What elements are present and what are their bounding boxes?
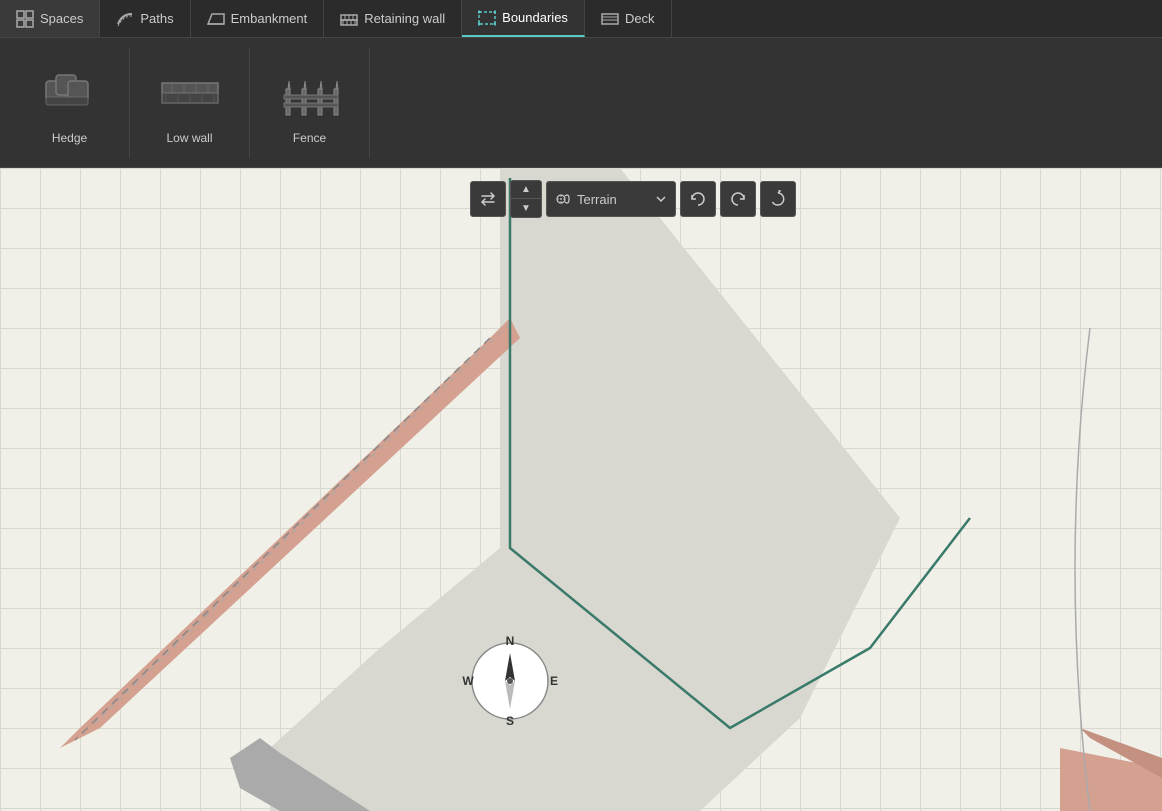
compass-n: N [506,634,515,648]
low-wall-icon [158,61,222,125]
top-nav: Spaces Paths Embankment [0,0,1162,38]
hedge-icon [38,61,102,125]
redo-button[interactable] [720,181,756,217]
map-area[interactable]: ▲ ▼ Terrain [0,168,1162,811]
nav-embankment[interactable]: Embankment [191,0,325,37]
compass-w: W [462,674,474,688]
refresh-icon [769,190,787,208]
nav-deck[interactable]: Deck [585,0,672,37]
nav-boundaries[interactable]: Boundaries [462,0,585,37]
paths-icon [116,10,134,28]
tool-low-wall[interactable]: Low wall [140,48,250,158]
compass-e: E [550,674,558,688]
nav-deck-label: Deck [625,11,655,26]
swap-button[interactable] [470,181,506,217]
tool-hedge[interactable]: Hedge [20,48,130,158]
elevation-stepper[interactable]: ▲ ▼ [510,180,542,218]
swap-icon [479,190,497,208]
refresh-button[interactable] [760,181,796,217]
map-svg [0,168,1162,811]
secondary-bar: Hedge Low wall [0,38,1162,168]
fence-icon [278,61,342,125]
spaces-icon [16,10,34,28]
compass: N S E W [460,631,560,731]
tool-hedge-label: Hedge [52,131,87,145]
nav-paths[interactable]: Paths [100,0,190,37]
deck-icon [601,10,619,28]
terrain-dropdown[interactable]: Terrain [546,181,676,217]
elevation-up-btn[interactable]: ▲ [511,181,541,199]
nav-embankment-label: Embankment [231,11,308,26]
nav-boundaries-label: Boundaries [502,10,568,25]
retaining-wall-icon [340,10,358,28]
floating-toolbar: ▲ ▼ Terrain [470,180,796,218]
nav-paths-label: Paths [140,11,173,26]
undo-button[interactable] [680,181,716,217]
nav-retaining-wall-label: Retaining wall [364,11,445,26]
nav-spaces[interactable]: Spaces [0,0,100,37]
tool-low-wall-label: Low wall [166,131,212,145]
elevation-down-btn[interactable]: ▼ [511,199,541,217]
compass-svg: N S E W [460,631,560,731]
tool-fence[interactable]: Fence [260,48,370,158]
terrain-label: Terrain [577,192,617,207]
nav-retaining-wall[interactable]: Retaining wall [324,0,462,37]
compass-s: S [506,714,514,728]
tool-fence-label: Fence [293,131,326,145]
embankment-icon [207,10,225,28]
redo-icon [729,190,747,208]
chevron-down-icon [655,193,667,205]
undo-icon [689,190,707,208]
nav-spaces-label: Spaces [40,11,83,26]
boundaries-icon [478,9,496,27]
terrain-icon [555,191,571,207]
